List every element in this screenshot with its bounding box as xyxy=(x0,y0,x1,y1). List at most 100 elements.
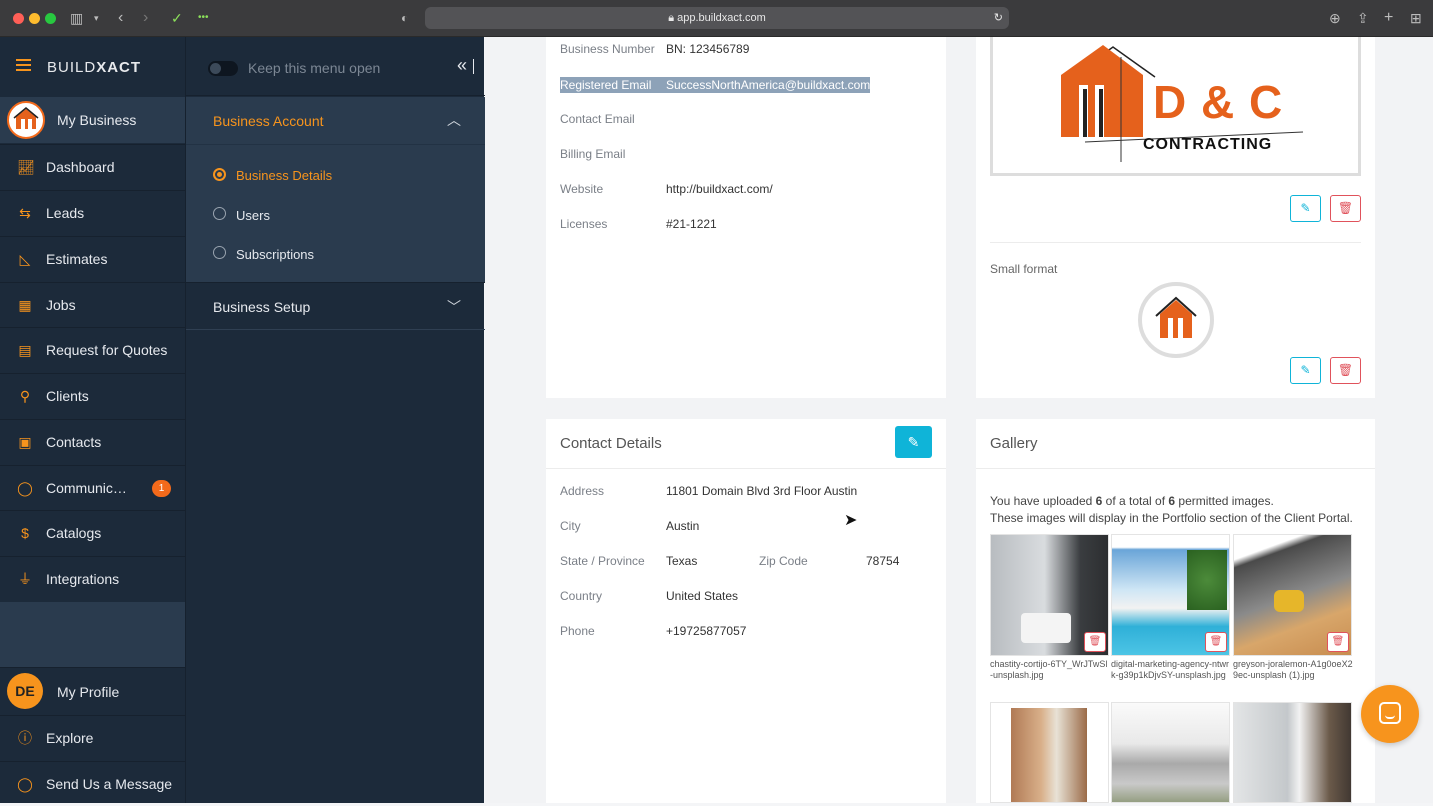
hamburger-menu-icon[interactable] xyxy=(16,59,31,71)
nav-item-label: My Profile xyxy=(57,684,120,700)
nav-item-communications[interactable]: ◯ Communic… 1 xyxy=(0,465,185,510)
nav-item-label: Integrations xyxy=(46,571,120,587)
field-label: Website xyxy=(560,182,604,196)
edit-contact-button[interactable]: ✎ xyxy=(895,426,932,458)
delete-logo-button[interactable]: 🗑︎ xyxy=(1330,195,1361,222)
edit-logo-button[interactable]: ✎ xyxy=(1290,195,1321,222)
nav-item-clients[interactable]: ⚲ Clients xyxy=(0,373,185,418)
nav-item-jobs[interactable]: ▦ Jobs xyxy=(0,282,185,327)
saw-shape xyxy=(1274,590,1304,612)
tab-overview-icon[interactable]: ⊞ xyxy=(1410,9,1422,27)
country-value: United States xyxy=(666,589,739,603)
nav-item-contacts[interactable]: ▣ Contacts xyxy=(0,419,185,464)
back-icon[interactable]: ‹ xyxy=(118,9,123,27)
collapse-menu-icon[interactable]: « xyxy=(457,55,467,76)
business-account-header[interactable]: Business Account ︿ xyxy=(186,97,485,144)
nav-item-integrations[interactable]: ⏚ Integrations xyxy=(0,556,185,601)
field-label: State / Province xyxy=(560,554,645,568)
field-label: Zip Code xyxy=(759,554,808,568)
reload-icon[interactable]: ↻ xyxy=(994,7,1003,29)
business-details-card: Business Number BN: 123456789 Registered… xyxy=(546,37,946,398)
nav-item-label: Request for Quotes xyxy=(46,342,168,358)
subnav-item-business-details[interactable]: Business Details xyxy=(186,165,485,187)
pencil-icon: ✎ xyxy=(1300,363,1311,377)
keep-open-toggle[interactable] xyxy=(208,61,238,76)
minimize-window-icon[interactable] xyxy=(29,13,40,24)
nav-item-label: Send Us a Message xyxy=(46,776,173,792)
nav-item-label: Dashboard xyxy=(46,159,115,175)
download-icon[interactable]: ⊕ xyxy=(1329,9,1341,27)
logo-card: D & C CONTRACTING ✎ 🗑︎ Small format ✎ 🗑︎ xyxy=(976,37,1375,398)
chat-launcher-button[interactable] xyxy=(1361,685,1419,743)
field-label: Phone xyxy=(560,624,595,638)
lock-icon: 🔒︎ xyxy=(668,12,678,24)
gallery-info: You have uploaded 6 of a total of 6 perm… xyxy=(990,493,1370,527)
subnav-item-users[interactable]: Users xyxy=(186,205,485,227)
nav-item-request-for-quotes[interactable]: ▤ Request for Quotes xyxy=(0,327,185,372)
nav-item-catalogs[interactable]: $ Catalogs xyxy=(0,510,185,555)
zoom-window-icon[interactable] xyxy=(45,13,56,24)
forward-icon[interactable]: › xyxy=(143,9,148,27)
gallery-image-bathroom[interactable]: 🗑︎ xyxy=(990,534,1109,656)
collapse-bar xyxy=(473,59,474,74)
shield-icon[interactable]: ◐ xyxy=(401,9,408,27)
check-extension-icon[interactable]: ✓ xyxy=(171,9,183,27)
share-icon[interactable]: ⇪ xyxy=(1357,9,1369,27)
browser-titlebar: ▥ ▾ ‹ › ✓ ••• ◐ 🔒︎ app.buildxact.com ↻ ⊕… xyxy=(0,0,1433,37)
trash-icon: 🗑︎ xyxy=(1209,636,1223,647)
info-text: These images will display in the Portfol… xyxy=(990,511,1353,525)
gallery-image-bathroom-2[interactable] xyxy=(1233,702,1352,803)
field-label: City xyxy=(560,519,581,533)
nav-item-my-profile[interactable]: DE My Profile xyxy=(0,667,185,714)
notification-badge: 1 xyxy=(152,480,171,497)
close-window-icon[interactable] xyxy=(13,13,24,24)
person-icon: ⚲ xyxy=(19,388,31,404)
trash-icon: 🗑︎ xyxy=(1337,201,1354,215)
subnav-item-label: Subscriptions xyxy=(236,247,315,262)
business-setup-header[interactable]: Business Setup ﹀ xyxy=(186,282,485,330)
gallery-image-kitchen-hall[interactable] xyxy=(990,702,1109,803)
phone-value: +19725877057 xyxy=(666,624,747,638)
keep-open-label: Keep this menu open xyxy=(248,60,381,76)
nav-item-dashboard[interactable]: 📈︎ Dashboard xyxy=(0,144,185,189)
divider xyxy=(546,468,946,469)
chevron-down-icon[interactable]: ▾ xyxy=(94,9,99,27)
delete-image-button[interactable]: 🗑︎ xyxy=(1084,632,1106,652)
delete-image-button[interactable]: 🗑︎ xyxy=(1327,632,1349,652)
divider xyxy=(990,242,1361,243)
document-icon: ▤ xyxy=(18,342,32,358)
delete-image-button[interactable]: 🗑︎ xyxy=(1205,632,1227,652)
sidebar-toggle-icon[interactable]: ▥ xyxy=(70,9,83,27)
gallery-image-kitchen[interactable] xyxy=(1111,702,1230,803)
chat-icon: ◯ xyxy=(17,480,33,496)
edit-small-logo-button[interactable]: ✎ xyxy=(1290,357,1321,384)
gallery-image-saw[interactable]: 🗑︎ xyxy=(1233,534,1352,656)
nav-item-estimates[interactable]: ◺ Estimates xyxy=(0,236,185,281)
dots-extension-icon[interactable]: ••• xyxy=(198,9,209,27)
info-text: permitted images. xyxy=(1175,494,1274,508)
website-value[interactable]: http://buildxact.com/ xyxy=(666,182,773,196)
card-title: Contact Details xyxy=(560,435,662,452)
delete-small-logo-button[interactable]: 🗑︎ xyxy=(1330,357,1361,384)
registered-email-value[interactable]: SuccessNorthAmerica@buildxact.com xyxy=(666,77,871,93)
address-bar[interactable]: 🔒︎ app.buildxact.com ↻ xyxy=(425,7,1009,29)
nav-item-my-business[interactable]: My Business xyxy=(0,97,185,143)
nav-item-label: Leads xyxy=(46,205,85,221)
field-label: Registered Email xyxy=(560,77,666,93)
gallery-image-pool-house[interactable]: 🗑︎ xyxy=(1111,534,1230,656)
subnav-item-subscriptions[interactable]: Subscriptions xyxy=(186,244,485,266)
field-label: Contact Email xyxy=(560,112,635,126)
address-value: 11801 Domain Blvd 3rd Floor Austin xyxy=(666,484,858,498)
keep-menu-open-row: Keep this menu open « xyxy=(186,37,485,96)
business-number-value: BN: 123456789 xyxy=(666,42,750,56)
new-tab-icon[interactable]: + xyxy=(1384,9,1393,27)
nav-item-send-message[interactable]: ◯ Send Us a Message xyxy=(0,761,185,806)
mouse-cursor-icon: ➤ xyxy=(844,512,858,529)
business-account-panel: Business Details Users Subscriptions xyxy=(186,144,485,282)
nav-item-label: Clients xyxy=(46,388,89,404)
nav-item-label: Communic… xyxy=(46,480,127,496)
dollar-icon: $ xyxy=(21,525,29,541)
pencil-icon: ✎ xyxy=(1300,201,1311,215)
nav-item-leads[interactable]: ⇆ Leads xyxy=(0,190,185,235)
nav-item-explore[interactable]: ⓘ Explore xyxy=(0,715,185,760)
